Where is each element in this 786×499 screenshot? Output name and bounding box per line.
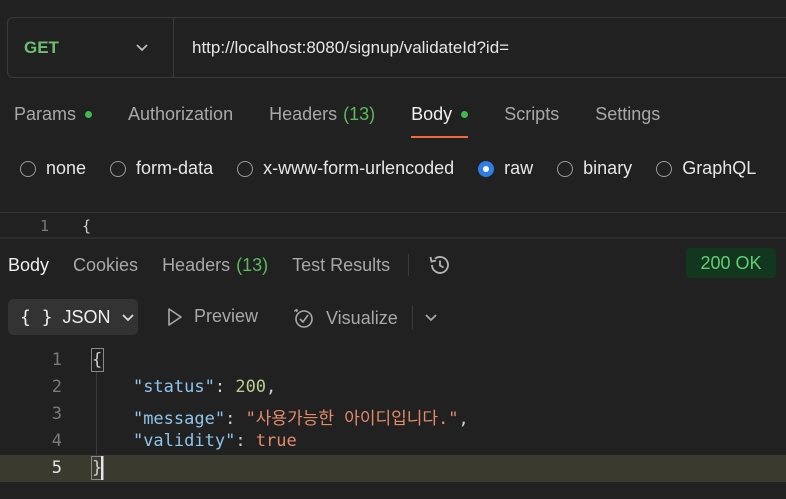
tab-label: Authorization [128,104,234,124]
radio-x-www-form-urlencoded[interactable]: x-www-form-urlencoded [237,158,454,179]
method-selector[interactable]: GET [8,18,174,77]
line-number: 4 [51,431,62,451]
tab-label: Headers [162,254,231,275]
radio-label: raw [504,158,534,178]
json-value: 200 [235,377,267,397]
url-bar: GET http://localhost:8080/signup/validat… [7,17,786,78]
tab-label: Test Results [292,254,391,275]
preview-label: Preview [194,306,259,326]
radio-circle [20,160,36,177]
body-type-options: none form-data x-www-form-urlencoded raw… [20,158,780,179]
format-selector[interactable]: { } JSON [8,299,138,335]
url-input[interactable]: http://localhost:8080/signup/validateId?… [174,38,509,58]
tab-body[interactable]: Body [411,104,469,138]
chevron-down-icon [121,314,134,322]
method-label: GET [24,37,59,57]
divider [408,254,410,276]
params-indicator-dot [85,111,93,118]
line-number: 1 [40,217,50,235]
radio-form-data[interactable]: form-data [110,158,213,179]
tab-label: Settings [595,104,661,124]
visualize-label: Visualize [326,307,398,328]
radio-label: form-data [136,158,214,178]
visualize-icon [293,308,313,328]
code-text: { [82,217,92,235]
format-label: JSON [62,306,111,327]
preview-button[interactable]: Preview [166,306,258,327]
radio-label: GraphQL [682,158,757,178]
radio-binary[interactable]: binary [557,158,632,179]
radio-raw[interactable]: raw [478,158,533,179]
line-number: 5 [51,458,62,478]
tab-label: Scripts [504,104,560,124]
tab-headers[interactable]: Headers (13) [269,104,375,125]
tab-label: Headers [269,104,338,124]
headers-count: (13) [236,254,269,275]
code-line: 2 "status": 200, [0,374,786,401]
body-indicator-dot [461,111,469,118]
tab-params[interactable]: Params [14,104,93,125]
tab-response-body[interactable]: Body [8,255,49,276]
tab-scripts[interactable]: Scripts [504,104,559,125]
tab-settings[interactable]: Settings [595,104,660,125]
json-key: "validity" [132,431,236,451]
history-icon[interactable] [427,252,453,278]
code-text: "validity": true [132,431,297,451]
request-tabs: Params Authorization Headers (13) Body S… [14,104,696,138]
tab-authorization[interactable]: Authorization [128,104,233,125]
line-number: 1 [51,350,62,370]
status-badge[interactable]: 200 OK [686,248,776,278]
radio-circle [110,160,127,177]
radio-label: binary [583,158,633,178]
radio-label: none [46,158,87,178]
headers-count: (13) [343,104,376,124]
json-key: "message" [132,409,226,429]
radio-circle [557,160,574,177]
response-body-viewer[interactable]: 1 { 2 "status": 200, 3 "message": "사용가능한… [0,347,786,482]
pane-divider[interactable] [0,237,786,239]
divider [412,305,413,329]
tab-label: Body [8,254,50,275]
code-line-active: 5 } [0,455,786,482]
code-line: 3 "message": "사용가능한 아이디입니다.", [0,401,786,429]
tab-label: Params [14,104,77,124]
tab-cookies[interactable]: Cookies [73,255,138,276]
radio-none[interactable]: none [20,158,86,179]
tab-label: Cookies [73,254,139,275]
chevron-down-icon [136,44,148,52]
code-line: 1 { [0,347,786,374]
request-body-editor[interactable]: 1 { [0,212,786,238]
chevron-down-icon[interactable] [424,310,438,324]
tab-test-results[interactable]: Test Results [292,255,390,276]
radio-graphql[interactable]: GraphQL [656,158,756,179]
radio-label: x-www-form-urlencoded [263,158,455,178]
radio-circle [237,160,254,177]
line-number: 2 [51,377,62,397]
code-text: "message": "사용가능한 아이디입니다.", [132,409,469,429]
tab-label: Body [411,104,453,124]
line-number: 3 [51,404,62,424]
radio-circle-selected [478,160,495,177]
json-key: "status" [132,377,215,397]
code-line: 4 "validity": true [0,428,786,455]
code-text: "status": 200, [132,377,277,397]
visualize-button[interactable]: Visualize [292,306,398,330]
play-icon [168,307,182,326]
tab-response-headers[interactable]: Headers (13) [162,255,268,276]
json-value: true [255,431,297,451]
json-value: "사용가능한 아이디입니다." [245,409,459,429]
text-caret [101,456,103,480]
braces-icon: { } [20,306,53,328]
radio-circle [656,160,673,177]
code-text: { [90,348,105,372]
response-tabs: Body Cookies Headers (13) Test Results [8,252,453,278]
